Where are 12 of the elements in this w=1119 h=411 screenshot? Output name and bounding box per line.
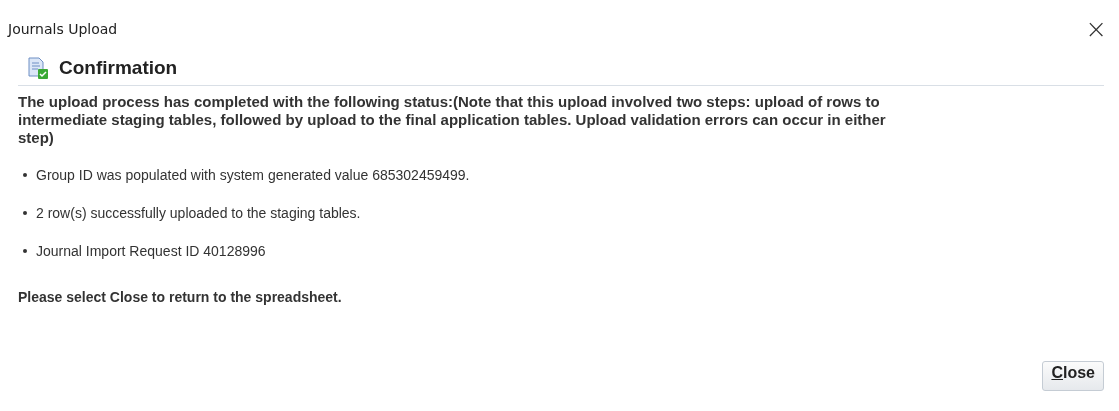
status-item: 2 row(s) successfully uploaded to the staging tables.	[36, 205, 361, 221]
section-title: Confirmation	[59, 57, 178, 79]
status-item: Group ID was populated with system generated value 685302459499.	[36, 167, 470, 183]
bullet-icon	[23, 211, 27, 215]
status-item: Journal Import Request ID 40128996	[36, 243, 266, 259]
instruction-text: Please select Close to return to the spreadsheet.	[18, 289, 343, 305]
window-title: Journals Upload	[8, 21, 118, 37]
document-check-icon	[27, 57, 49, 79]
close-button[interactable]: Close	[1042, 361, 1104, 391]
status-message: The upload process has completed with the following status:(Note that this upload involved two steps: upload of rows to intermediate staging tables, followed by upload to the final application tables. Upload validation errors can occur in either step)	[18, 93, 887, 147]
bullet-icon	[23, 173, 27, 177]
bullet-icon	[23, 249, 27, 253]
